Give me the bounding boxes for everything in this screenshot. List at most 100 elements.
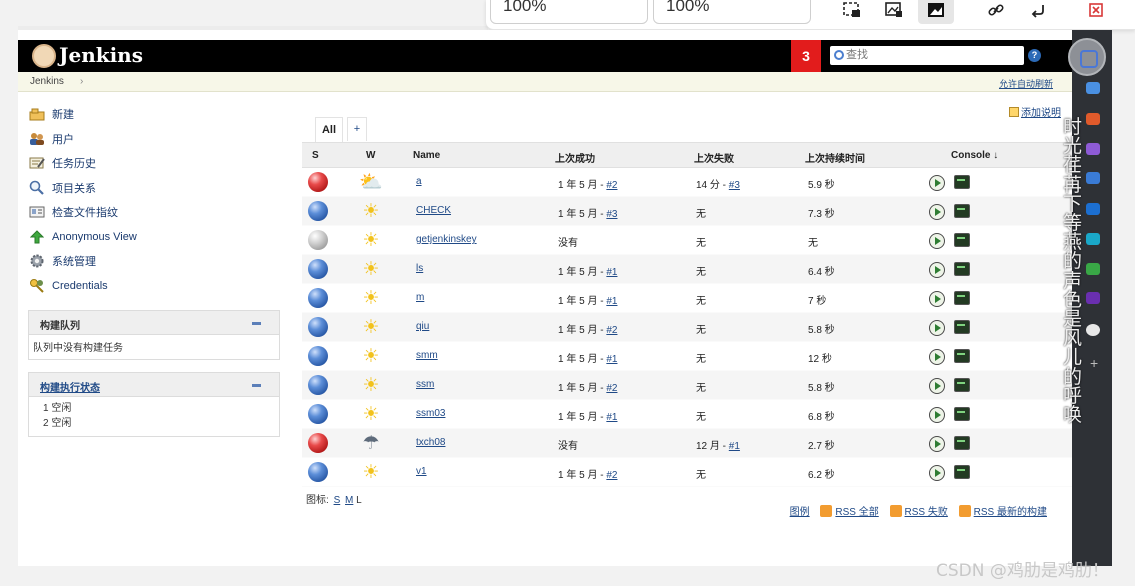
rss-latest-link[interactable]: RSS 最新的构建 bbox=[958, 505, 1047, 518]
crop-select-icon[interactable] bbox=[834, 0, 870, 24]
job-name-link[interactable]: txch08 bbox=[416, 437, 445, 448]
sidebar-item-credentials[interactable]: Credentials bbox=[28, 274, 268, 299]
breadcrumb-jenkins[interactable]: Jenkins bbox=[30, 76, 64, 87]
build-number-link[interactable]: #1 bbox=[606, 267, 617, 278]
job-name-link[interactable]: v1 bbox=[416, 466, 427, 477]
l-app-icon[interactable] bbox=[1086, 292, 1100, 304]
tab-all[interactable]: All bbox=[315, 117, 343, 143]
job-name-link[interactable]: m bbox=[416, 292, 424, 303]
build-status-blue-icon[interactable] bbox=[308, 346, 328, 366]
job-name-link[interactable]: ssm03 bbox=[416, 408, 445, 419]
col-weather[interactable]: W bbox=[366, 150, 375, 161]
job-name-link[interactable]: a bbox=[416, 176, 422, 187]
build-status-red-icon[interactable] bbox=[308, 433, 328, 453]
build-number-link[interactable]: #2 bbox=[606, 325, 617, 336]
build-status-blue-icon[interactable] bbox=[308, 201, 328, 221]
build-count-badge[interactable]: 3 bbox=[791, 40, 821, 72]
col-last-failure[interactable]: 上次失败 bbox=[694, 150, 734, 165]
legend-link[interactable]: 图例 bbox=[790, 507, 810, 518]
rss-failed-link[interactable]: RSS 失败 bbox=[889, 505, 948, 518]
col-console[interactable]: Console ↓ bbox=[951, 150, 998, 161]
collapse-icon[interactable] bbox=[252, 322, 261, 325]
build-number-link[interactable]: #3 bbox=[729, 180, 740, 191]
add-description-link[interactable]: 添加说明 bbox=[1009, 104, 1061, 119]
rss-all-link[interactable]: RSS 全部 bbox=[820, 505, 879, 518]
console-icon[interactable] bbox=[954, 378, 970, 392]
jenkins-logo-icon[interactable] bbox=[32, 44, 56, 68]
console-icon[interactable] bbox=[954, 320, 970, 334]
add-extension-icon[interactable]: + bbox=[1090, 355, 1098, 371]
console-icon[interactable] bbox=[954, 349, 970, 363]
toolbox-icon[interactable] bbox=[1086, 113, 1100, 125]
build-number-link[interactable]: #1 bbox=[606, 296, 617, 307]
sidebar-item-anonymous-view[interactable]: Anonymous View bbox=[28, 225, 268, 250]
zoom-input-2[interactable]: 100% bbox=[653, 0, 811, 24]
build-now-icon[interactable] bbox=[929, 233, 945, 249]
auto-refresh-link[interactable]: 允许自动刷新 bbox=[999, 77, 1053, 90]
image-icon[interactable] bbox=[918, 0, 954, 24]
executor-title[interactable]: 构建执行状态 bbox=[40, 379, 100, 394]
icon-size-m[interactable]: M bbox=[345, 495, 353, 506]
outlook-icon[interactable] bbox=[1086, 203, 1100, 215]
collapse-icon[interactable] bbox=[252, 384, 261, 387]
build-number-link[interactable]: #2 bbox=[606, 383, 617, 394]
build-number-link[interactable]: #1 bbox=[606, 354, 617, 365]
job-name-link[interactable]: ls bbox=[416, 263, 423, 274]
zoom-input-1[interactable]: 100% bbox=[490, 0, 648, 24]
build-now-icon[interactable] bbox=[929, 291, 945, 307]
build-status-blue-icon[interactable] bbox=[308, 259, 328, 279]
console-icon[interactable] bbox=[954, 204, 970, 218]
tree-icon[interactable] bbox=[1086, 263, 1100, 275]
link-icon[interactable] bbox=[978, 0, 1014, 24]
build-now-icon[interactable] bbox=[929, 349, 945, 365]
build-status-blue-icon[interactable] bbox=[308, 288, 328, 308]
build-now-icon[interactable] bbox=[929, 465, 945, 481]
console-icon[interactable] bbox=[954, 436, 970, 450]
job-name-link[interactable]: CHECK bbox=[416, 205, 451, 216]
console-icon[interactable] bbox=[954, 262, 970, 276]
console-icon[interactable] bbox=[954, 465, 970, 479]
tag-icon[interactable] bbox=[1086, 82, 1100, 94]
close-icon[interactable] bbox=[1078, 0, 1114, 24]
job-name-link[interactable]: ssm bbox=[416, 379, 434, 390]
console-icon[interactable] bbox=[954, 407, 970, 421]
sidebar-item-history[interactable]: 任务历史 bbox=[28, 151, 268, 176]
build-now-icon[interactable] bbox=[929, 320, 945, 336]
job-name-link[interactable]: smm bbox=[416, 350, 438, 361]
col-duration[interactable]: 上次持续时间 bbox=[805, 150, 865, 165]
icon-size-l[interactable]: L bbox=[356, 495, 362, 506]
sidebar-item-users[interactable]: 用户 bbox=[28, 127, 268, 152]
sidebar-item-new[interactable]: 新建 bbox=[28, 102, 268, 127]
build-number-link[interactable]: #1 bbox=[729, 441, 740, 452]
sidebar-item-fingerprint[interactable]: 检查文件指纹 bbox=[28, 200, 268, 225]
build-status-blue-icon[interactable] bbox=[308, 317, 328, 337]
build-status-grey-icon[interactable] bbox=[308, 230, 328, 250]
browser-icon[interactable] bbox=[1086, 172, 1100, 184]
build-now-icon[interactable] bbox=[929, 204, 945, 220]
build-now-icon[interactable] bbox=[929, 407, 945, 423]
console-icon[interactable] bbox=[954, 291, 970, 305]
sidebar-item-manage[interactable]: 系统管理 bbox=[28, 249, 268, 274]
sidebar-item-project-relations[interactable]: 项目关系 bbox=[28, 176, 268, 201]
image-crop-icon[interactable] bbox=[876, 0, 912, 24]
build-status-blue-icon[interactable] bbox=[308, 462, 328, 482]
job-name-link[interactable]: qiu bbox=[416, 321, 429, 332]
col-status[interactable]: S bbox=[312, 150, 319, 161]
build-number-link[interactable]: #1 bbox=[606, 412, 617, 423]
search-input[interactable]: 查找 bbox=[830, 46, 1024, 65]
help-icon[interactable]: ? bbox=[1028, 49, 1041, 62]
build-now-icon[interactable] bbox=[929, 262, 945, 278]
build-number-link[interactable]: #2 bbox=[606, 180, 617, 191]
console-icon[interactable] bbox=[954, 233, 970, 247]
tab-add-view[interactable]: + bbox=[347, 117, 367, 141]
build-number-link[interactable]: #3 bbox=[606, 209, 617, 220]
people-icon[interactable] bbox=[1086, 143, 1100, 155]
send-icon[interactable] bbox=[1086, 233, 1100, 245]
build-status-blue-icon[interactable] bbox=[308, 375, 328, 395]
screenshot-tool-icon[interactable] bbox=[1068, 38, 1106, 76]
icon-size-s[interactable]: S bbox=[334, 495, 341, 506]
build-now-icon[interactable] bbox=[929, 175, 945, 191]
jenkins-title[interactable]: Jenkins bbox=[59, 43, 143, 67]
github-icon[interactable] bbox=[1086, 324, 1100, 336]
build-status-red-icon[interactable] bbox=[308, 172, 328, 192]
